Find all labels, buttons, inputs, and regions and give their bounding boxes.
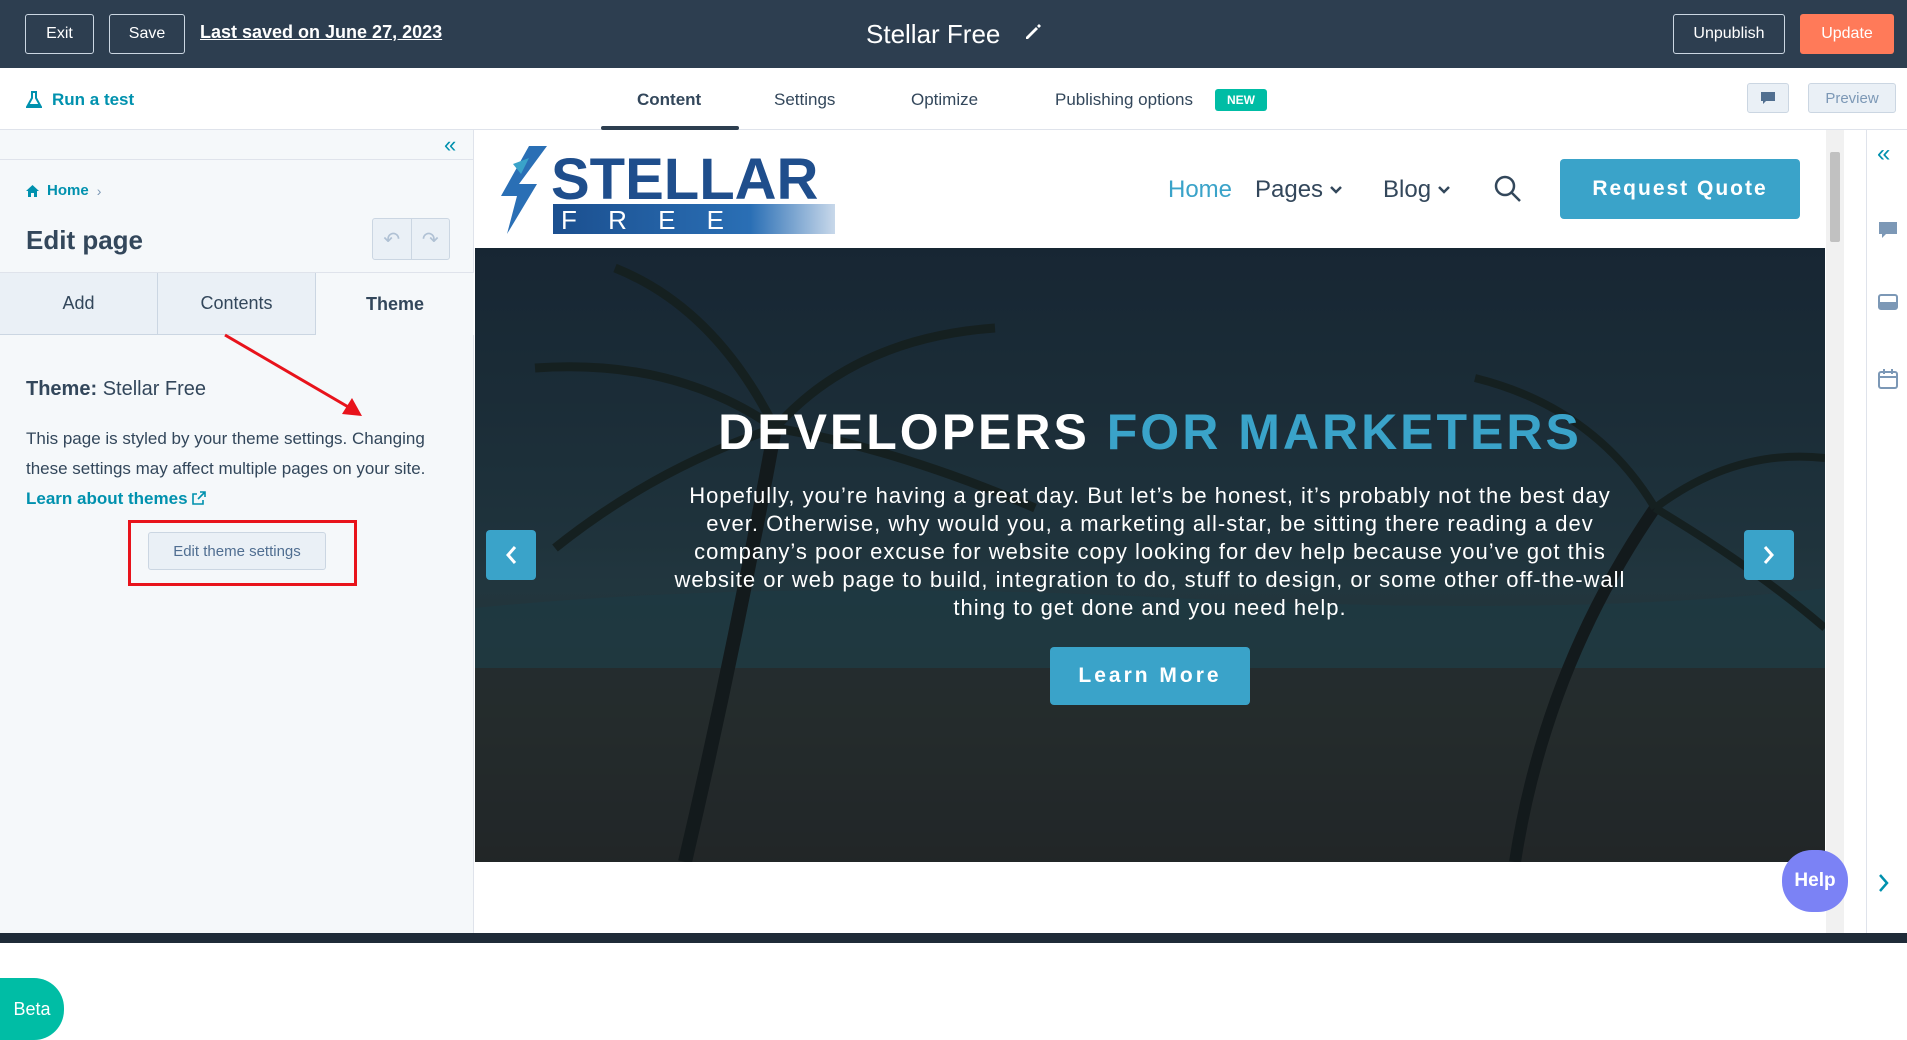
breadcrumb-home[interactable]: Home [47,182,89,199]
os-taskbar [0,933,1907,943]
chat-icon[interactable] [1877,220,1899,240]
exit-button[interactable]: Exit [25,14,94,54]
search-icon[interactable] [1493,174,1523,204]
tab-settings[interactable]: Settings [774,90,835,110]
new-badge: NEW [1215,89,1267,111]
hero-title-part2: FOR MARKETERS [1106,404,1582,460]
carousel-prev-button[interactable] [486,530,536,580]
sidebar-tab-add[interactable]: Add [0,273,158,335]
annotation-arrow [224,333,362,416]
browser-window-icon[interactable] [1877,292,1899,312]
carousel-next-button[interactable] [1744,530,1794,580]
nav-blog[interactable]: Blog [1383,176,1451,204]
external-link-icon [192,491,207,505]
editor-topbar: Exit Save Last saved on June 27, 2023 St… [0,0,1907,68]
request-quote-button[interactable]: Request Quote [1560,159,1800,219]
logo-bottom-text: F R E E [561,205,736,235]
nav-home-label: Home [1168,176,1233,203]
page-title: Stellar Free [866,19,1001,49]
comments-button[interactable] [1747,83,1789,113]
annotation-highlight-box [128,520,357,586]
chevron-right-icon: › [96,182,102,199]
update-button[interactable]: Update [1800,14,1894,54]
theme-name: Stellar Free [102,378,207,400]
calendar-icon[interactable] [1877,368,1899,390]
learn-link-label: Learn about themes [26,489,188,508]
theme-label: Theme: [26,378,98,400]
hero-section: DEVELOPERS FOR MARKETERS Hopefully, you’… [475,248,1825,862]
run-test-button[interactable]: Run a test [26,90,134,110]
theme-description: This page is styled by your theme settin… [26,424,456,514]
edit-sidebar: « Home › Edit page ↶ ↷ Add Contents Them… [0,130,474,1040]
pencil-icon[interactable] [1023,22,1043,42]
beta-button[interactable]: Beta [0,978,64,1040]
chevron-left-icon [506,546,517,564]
theme-desc-text: This page is styled by your theme settin… [26,429,426,478]
chevron-down-icon [1438,186,1450,194]
sidebar-tabs: Add Contents Theme [0,272,474,335]
last-saved-link[interactable]: Last saved on June 27, 2023 [200,22,442,43]
chevron-down-icon [1330,186,1342,194]
right-rail: « [1866,130,1907,933]
theme-name-row: Theme: Stellar Free [26,378,206,401]
hero-title-part1: DEVELOPERS [718,404,1090,460]
tab-optimize[interactable]: Optimize [911,90,978,110]
preview-button[interactable]: Preview [1808,83,1896,113]
hero-paragraph: Hopefully, you’re having a great day. Bu… [674,483,1626,620]
undo-redo-group: ↶ ↷ [372,218,450,260]
nav-pages-label: Pages [1255,176,1324,203]
sidebar-title: Edit page [26,225,144,255]
scrollbar-thumb[interactable] [1830,152,1840,242]
editor-tabs-bar: Run a test Content Settings Optimize Pub… [0,68,1907,130]
chevron-right-icon[interactable] [1877,872,1891,894]
help-button[interactable]: Help [1782,850,1848,912]
learn-more-button[interactable]: Learn More [1050,647,1250,705]
tab-content[interactable]: Content [637,90,701,110]
tab-publishing-options[interactable]: Publishing options [1055,90,1193,110]
stellar-logo: STELLAR F R E E [501,146,835,235]
logo-top-text: STELLAR [551,147,818,212]
undo-icon[interactable]: ↶ [373,219,411,259]
learn-about-themes-link[interactable]: Learn about themes [26,489,207,508]
sidebar-tab-contents[interactable]: Contents [158,273,316,335]
preview-scrollbar[interactable] [1826,130,1844,933]
home-icon [26,184,39,197]
double-chevron-left-icon[interactable]: « [444,134,456,156]
nav-pages[interactable]: Pages [1255,176,1343,204]
breadcrumb[interactable]: Home › [26,182,101,199]
nav-blog-label: Blog [1383,176,1432,203]
nav-home[interactable]: Home [1168,176,1232,204]
page-preview: STELLAR F R E E Home Pages Blog Request … [475,130,1825,933]
unpublish-button[interactable]: Unpublish [1673,14,1785,54]
sidebar-tab-theme[interactable]: Theme [316,273,474,335]
flask-icon [26,91,42,108]
comment-icon [1761,92,1775,104]
redo-icon[interactable]: ↷ [410,219,450,259]
run-test-label: Run a test [52,90,135,109]
chevron-right-icon [1763,546,1774,564]
double-chevron-left-icon[interactable]: « [1877,140,1890,168]
save-button[interactable]: Save [109,14,185,54]
sidebar-collapse-row: « [0,130,474,160]
hero-title: DEVELOPERS FOR MARKETERS [475,403,1825,461]
